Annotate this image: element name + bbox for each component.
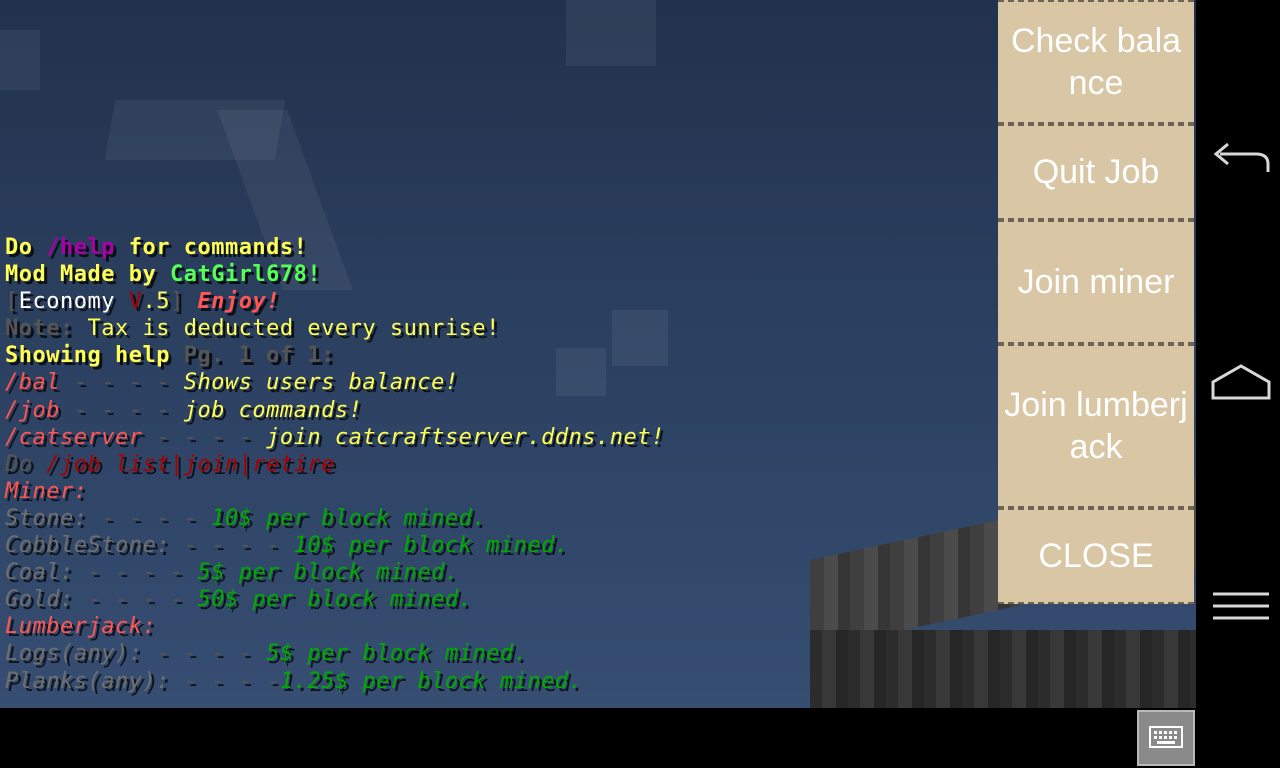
chat-segment: - - - - <box>87 587 198 613</box>
close-button[interactable]: CLOSE <box>998 508 1194 604</box>
sky-cloud <box>0 30 40 90</box>
chat-segment: Logs(any): <box>5 641 157 667</box>
chat-segment: ] <box>169 289 198 315</box>
chat-segment: /help <box>46 235 115 260</box>
chat-segment: Stone: <box>5 505 102 531</box>
chat-line: Lumberjack: <box>5 613 905 640</box>
chat-line: Planks(any): - - - -1.25$ per block mine… <box>5 668 905 695</box>
chat-segment: 5$ per block mined. <box>266 641 528 667</box>
home-icon[interactable] <box>1210 362 1272 402</box>
chat-segment: Economy <box>18 289 129 315</box>
chat-segment: Do <box>5 451 47 477</box>
chat-segment: - - - - <box>183 668 280 694</box>
chat-segment: 50$ per block mined. <box>197 587 473 613</box>
chat-line: Do /job list|join|retire <box>5 451 905 478</box>
chat-segment: Pg. 1 of 1: <box>183 343 335 369</box>
chat-segment: CobbleStone: <box>5 533 184 559</box>
chat-segment: 1.25$ per block mined. <box>279 668 583 694</box>
chat-segment: 5$ per block mined. <box>197 560 459 586</box>
menu-icon[interactable] <box>1210 586 1272 626</box>
chat-segment: join catcraftserver.ddns.net! <box>266 424 665 450</box>
chat-segment: Enjoy! <box>197 289 280 315</box>
chat-line: Stone: - - - - 10$ per block mined. <box>5 505 905 532</box>
chat-segment: /bal <box>5 370 60 396</box>
chat-segment: Lumberjack: <box>5 614 157 640</box>
chat-segment: Coal: <box>5 560 88 586</box>
chat-segment: Do <box>5 235 47 260</box>
chat-segment: job commands! <box>183 397 363 423</box>
chat-segment: Miner: <box>5 478 88 504</box>
chat-segment: 10$ per block mined. <box>211 505 487 531</box>
chat-segment: - - - - <box>101 505 212 531</box>
join-lumberjack-button[interactable]: Join lumberjack <box>998 344 1194 508</box>
chat-segment: V <box>128 289 143 315</box>
chat-segment: Planks(any): <box>5 668 184 694</box>
chat-segment: - - - - <box>59 397 184 423</box>
chat-line: Logs(any): - - - - 5$ per block mined. <box>5 640 905 667</box>
chat-line: Note: Tax is deducted every sunrise! <box>5 315 905 342</box>
chat-line: /bal - - - - Shows users balance! <box>5 369 905 396</box>
chat-segment: 10$ per block mined. <box>293 533 569 559</box>
chat-segment: Gold: <box>5 587 88 613</box>
chat-segment: Mod Made by <box>5 262 170 288</box>
quit-job-button[interactable]: Quit Job <box>998 124 1194 220</box>
chat-segment: [ <box>5 289 19 315</box>
chat-segment: - - - - <box>142 424 267 450</box>
chat-segment: - - - - <box>87 560 198 586</box>
chat-segment: Tax is deducted every sunrise! <box>87 316 500 342</box>
chat-line: /catserver - - - - join catcraftserver.d… <box>5 424 905 451</box>
keyboard-button[interactable] <box>1137 710 1195 766</box>
chat-segment: CatGirl678! <box>169 262 322 288</box>
chat-segment: /catserver <box>5 424 143 450</box>
chat-line: Miner: <box>5 478 905 505</box>
keyboard-icon <box>1149 726 1183 748</box>
chat-line: /job - - - - job commands! <box>5 397 905 424</box>
sky-cloud <box>566 0 656 66</box>
chat-line: Showing help Pg. 1 of 1: <box>5 342 905 369</box>
chat-segment: .5 <box>142 289 170 315</box>
chat-segment: for commands! <box>114 235 308 260</box>
chat-segment: Note: <box>5 316 88 342</box>
chat-line: CobbleStone: - - - - 10$ per block mined… <box>5 532 905 559</box>
chat-line: Coal: - - - - 5$ per block mined. <box>5 559 905 586</box>
join-miner-button[interactable]: Join miner <box>998 220 1194 344</box>
job-menu-panel: Check balance Quit Job Join miner Join l… <box>998 0 1194 604</box>
chat-line: Do /help for commands! <box>5 234 905 261</box>
chat-segment: - - - - <box>183 533 294 559</box>
chat-line: Gold: - - - - 50$ per block mined. <box>5 586 905 613</box>
chat-segment: Showing help <box>5 343 184 369</box>
chat-segment: - - - - <box>59 370 184 396</box>
chat-log: Do /help for commands! Mod Made by CatGir… <box>5 234 905 695</box>
chat-segment: /job <box>5 397 60 423</box>
back-icon[interactable] <box>1210 138 1272 178</box>
chat-segment: - - - - <box>156 641 267 667</box>
check-balance-button[interactable]: Check balance <box>998 0 1194 124</box>
chat-line: Mod Made by CatGirl678! <box>5 261 905 288</box>
chat-line: [Economy V.5] Enjoy! <box>5 288 905 315</box>
chat-segment: Shows users balance! <box>183 370 459 396</box>
chat-segment: /job list|join|retire <box>46 451 335 477</box>
